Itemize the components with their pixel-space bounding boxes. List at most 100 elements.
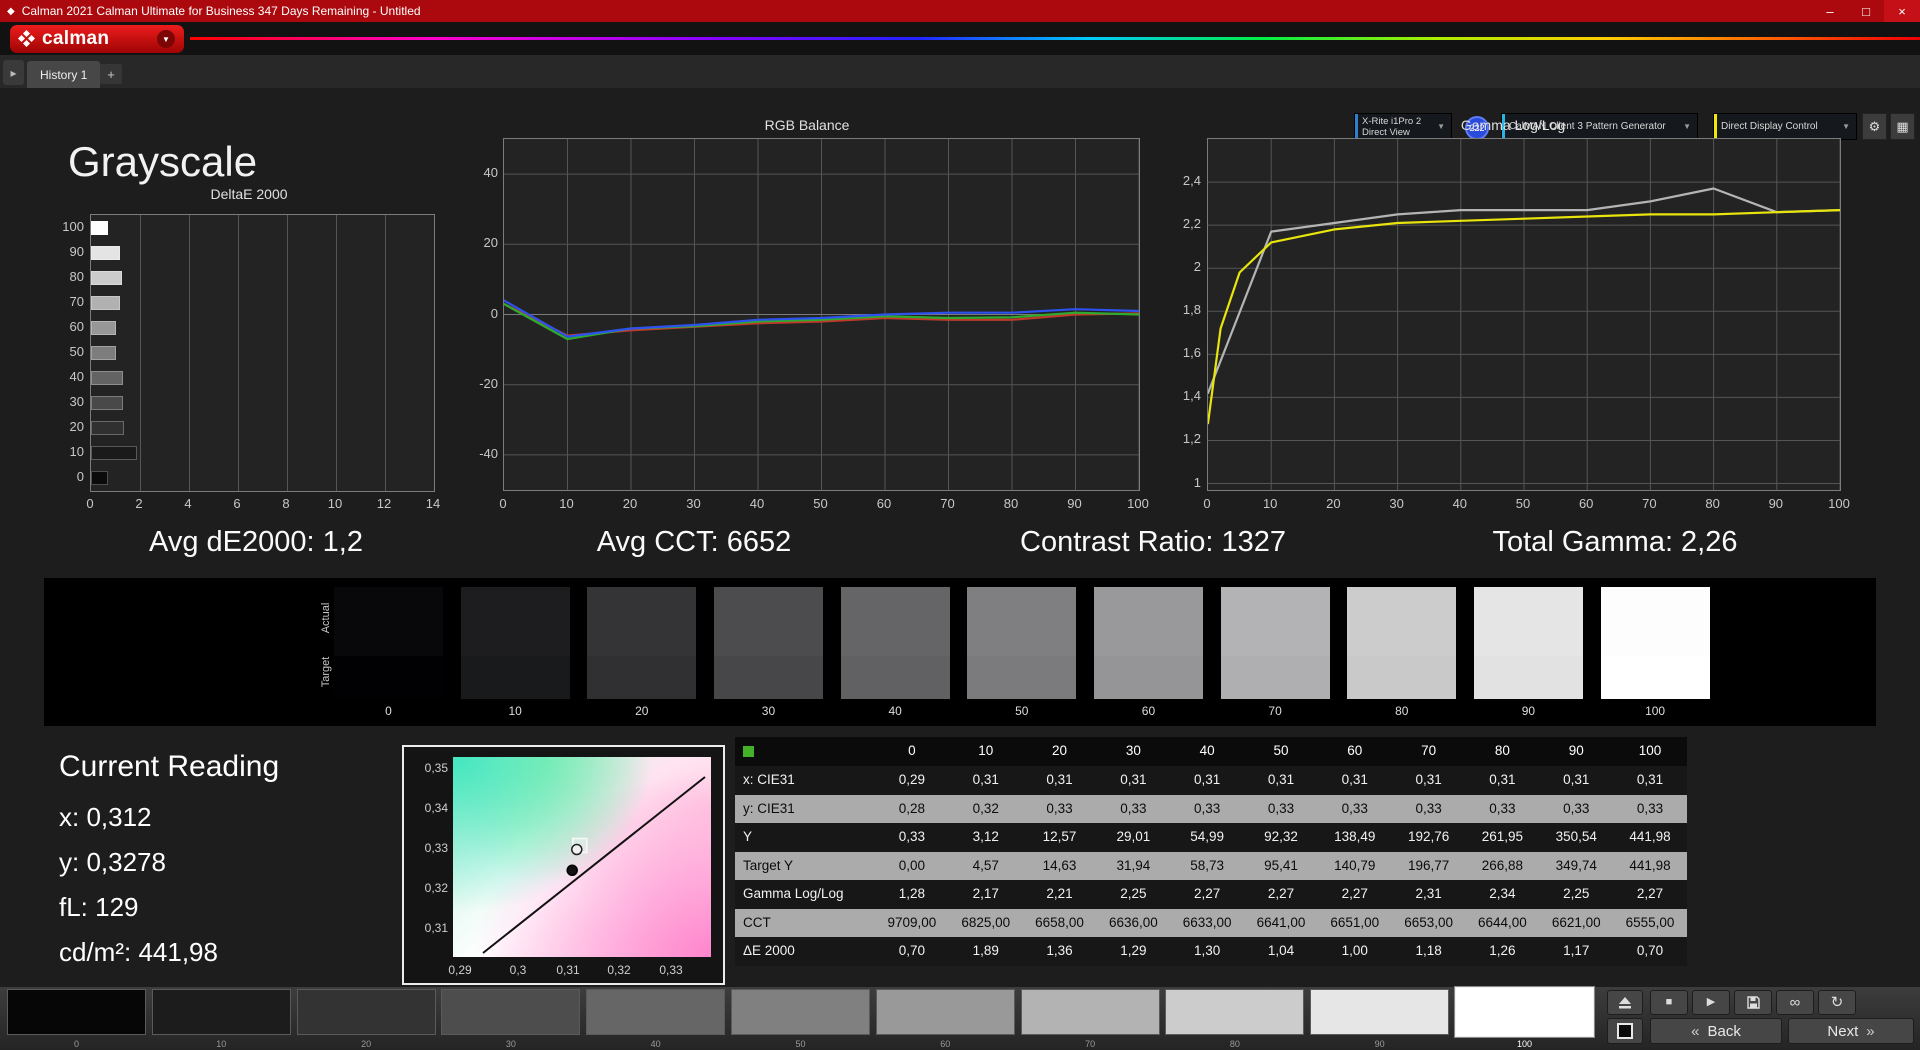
add-tab-button[interactable]: + (100, 64, 122, 84)
row-label-cell: y: CIE31 (743, 800, 795, 816)
table-row-4: Target Y 0,00 4,57 14,63 31,94 58,73 95,41 140,… (735, 851, 1687, 880)
next-label: Next (1827, 1022, 1859, 1040)
table-header-row: 0 10 20 30 40 50 60 70 80 90 100 (735, 737, 1687, 766)
axis-tick-label: 2,4 (1182, 173, 1201, 189)
axis-tick-label: 80 (1003, 496, 1019, 511)
continuous-measure-button[interactable]: ∞ (1776, 990, 1814, 1015)
axis-tick-label: 0,35 (424, 761, 448, 775)
table-cell: 58,73 (1190, 857, 1225, 873)
pattern-patch-label: 100 (1516, 1039, 1533, 1049)
axis-tick-label: 30 (1389, 496, 1404, 511)
pattern-patch-label: 0 (73, 1039, 80, 1049)
total-gamma-readout: Total Gamma: 2,26 (1492, 526, 1738, 558)
pattern-patch-80[interactable] (1165, 989, 1305, 1035)
pattern-window-button[interactable] (1607, 1018, 1643, 1044)
axis-tick-label: 1 (1193, 474, 1201, 490)
display-control-select-button[interactable]: Direct Display Control ▼ (1713, 113, 1857, 140)
contrast-ratio-readout: Contrast Ratio: 1327 (1020, 526, 1286, 558)
axis-tick-label: 2 (1193, 259, 1201, 275)
row-label-cell: Y (743, 829, 753, 844)
grayscale-swatch-60 (1093, 587, 1203, 699)
axis-tick-label: 0 (86, 496, 94, 511)
axis-tick-label: 40 (69, 369, 84, 385)
table-cell: 0,31 (1194, 772, 1221, 787)
infinity-icon: ∞ (1789, 994, 1801, 1011)
next-button[interactable]: Next » (1788, 1018, 1914, 1044)
logo-menu-caret-icon[interactable]: ▼ (157, 30, 175, 48)
meter-label: X-Rite i1Pro 2 Direct View (1362, 116, 1421, 138)
table-cell: 192,76 (1407, 829, 1450, 844)
back-button[interactable]: « Back (1650, 1018, 1782, 1044)
axis-tick-label: 0,32 (607, 963, 631, 977)
repeat-icon: ↻ (1830, 994, 1844, 1011)
table-cell: 54,99 (1190, 829, 1225, 844)
table-cell: 0,33 (1341, 800, 1368, 816)
workspace-layout-button[interactable]: ▦ (1890, 113, 1915, 140)
table-cell: 6641,00 (1256, 914, 1306, 930)
table-cell: 6633,00 (1182, 914, 1232, 930)
measurement-table: 0 10 20 30 40 50 60 70 80 90 100 x: CIE31 0,29 0,31 0,… (735, 737, 1687, 966)
chevron-down-icon: ▼ (1683, 122, 1691, 131)
tab-history-1[interactable]: History 1 (27, 61, 101, 88)
table-cell: 0,28 (898, 800, 926, 816)
panel-toggle-button[interactable]: ▸ (3, 60, 24, 85)
swatch-level-label: 50 (1015, 704, 1029, 718)
table-cell: 0,31 (1636, 772, 1664, 787)
pattern-patch-50[interactable] (731, 989, 870, 1035)
calman-logo-menu[interactable]: calman ▼ (10, 25, 184, 53)
stop-button[interactable]: ■ (1650, 990, 1688, 1015)
repeat-button[interactable]: ↻ (1818, 990, 1856, 1015)
daylight-locus-line (482, 776, 706, 954)
pattern-patch-60[interactable] (875, 989, 1015, 1035)
minimize-button[interactable]: – (1812, 0, 1848, 22)
table-cell: 1,89 (972, 943, 999, 958)
reading-fl: fL: 129 (59, 892, 139, 922)
rgb-canvas (502, 139, 1141, 490)
pattern-patch-90[interactable] (1310, 989, 1450, 1035)
axis-tick-label: 1,4 (1182, 388, 1201, 404)
axis-tick-label: 0,3 (509, 963, 527, 977)
pattern-patch-100[interactable] (1454, 986, 1595, 1038)
pattern-patch-70[interactable] (1020, 989, 1160, 1035)
current-reading-title: Current Reading (59, 750, 280, 783)
gridline (385, 215, 386, 491)
table-cell: 138,49 (1334, 829, 1376, 844)
table-cell: 2,31 (1415, 886, 1442, 901)
pattern-patch-40[interactable] (586, 989, 726, 1035)
swatch-target (460, 656, 570, 699)
meter-select-button[interactable]: X-Rite i1Pro 2 Direct View ▼ (1354, 113, 1452, 140)
table-cell: 1,18 (1415, 943, 1442, 958)
table-cell: 0,00 (898, 857, 926, 873)
chevron-left-icon: « (1691, 1022, 1700, 1040)
table-cell: 2,27 (1636, 886, 1664, 901)
chevron-right-icon: » (1866, 1022, 1875, 1040)
axis-tick-label: 20 (69, 419, 84, 435)
maximize-button[interactable]: □ (1848, 0, 1884, 22)
swatch-target (1347, 656, 1457, 699)
eject-button[interactable] (1607, 990, 1643, 1015)
axis-tick-label: 10 (327, 496, 343, 511)
swatch-level-label: 30 (761, 704, 776, 718)
axis-tick-label: 90 (69, 243, 84, 259)
gridline (189, 215, 190, 491)
swatch-target (967, 656, 1077, 699)
gridline (238, 215, 239, 491)
play-button[interactable]: ▶ (1692, 990, 1730, 1015)
settings-gear-button[interactable]: ⚙ (1862, 113, 1887, 140)
pattern-patch-10[interactable] (151, 989, 291, 1035)
pattern-patch-0[interactable] (7, 989, 146, 1035)
table-cell: 6825,00 (961, 914, 1011, 930)
close-button[interactable]: × (1884, 0, 1920, 22)
pattern-patch-label: 60 (940, 1039, 951, 1049)
titlebar: ◆ Calman 2021 Calman Ultimate for Busine… (0, 0, 1920, 22)
table-cell: 0,33 (1046, 800, 1073, 816)
pattern-patch-30[interactable] (441, 989, 581, 1035)
table-cell: 0,33 (1267, 800, 1295, 816)
rgb-y-axis: 40 20 0 -20 -40 (450, 138, 498, 489)
table-cell: 349,74 (1555, 857, 1597, 873)
deltae-bar-0 (91, 471, 109, 486)
save-button[interactable] (1734, 990, 1772, 1015)
swatch-level-label: 60 (1141, 704, 1156, 718)
axis-tick-label: 0,32 (424, 881, 448, 895)
pattern-patch-20[interactable] (296, 989, 436, 1035)
